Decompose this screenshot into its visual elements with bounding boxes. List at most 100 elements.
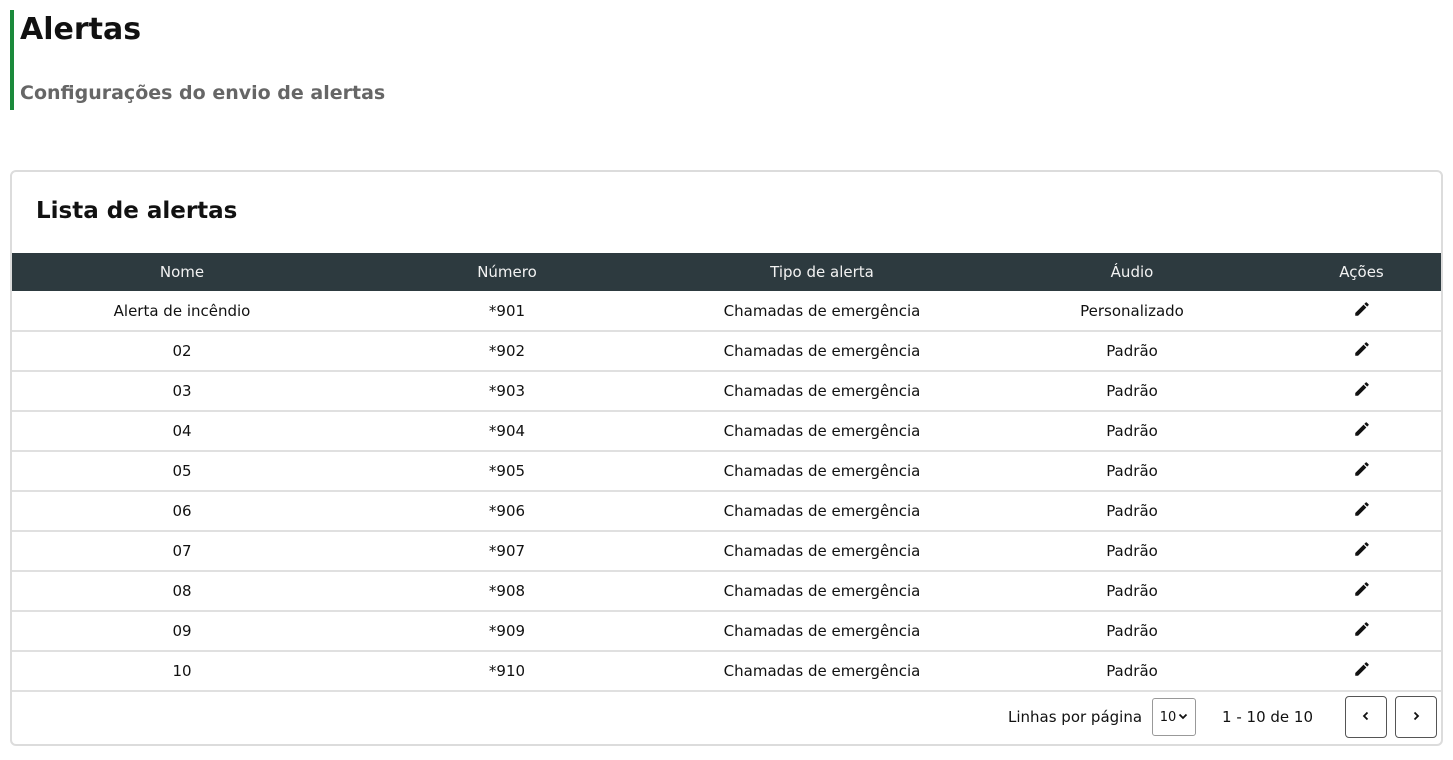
table-row: 04 *904 Chamadas de emergência Padrão <box>12 411 1441 451</box>
cell-nome: 05 <box>172 462 192 480</box>
table-row: 10 *910 Chamadas de emergência Padrão <box>12 651 1441 691</box>
pencil-icon <box>1353 420 1371 442</box>
alerts-table: Nome Número Tipo de alerta Áudio Ações A… <box>12 253 1441 692</box>
table-row: 08 *908 Chamadas de emergência Padrão <box>12 571 1441 611</box>
table-row: 02 *902 Chamadas de emergência Padrão <box>12 331 1441 371</box>
pencil-icon <box>1353 660 1371 682</box>
edit-button[interactable] <box>1351 540 1373 562</box>
table-header-row: Nome Número Tipo de alerta Áudio Ações <box>12 253 1441 291</box>
cell-nome: 04 <box>172 422 192 440</box>
page-header: Alertas Configurações do envio de alerta… <box>10 10 610 110</box>
page-title: Alertas <box>20 12 142 47</box>
cell-nome: 08 <box>172 582 192 600</box>
cell-numero: *903 <box>488 382 526 400</box>
cell-acoes <box>1282 531 1441 571</box>
cell-nome: 07 <box>172 542 192 560</box>
cell-audio: Padrão <box>1106 622 1158 640</box>
cell-acoes <box>1282 331 1441 371</box>
cell-acoes <box>1282 571 1441 611</box>
pencil-icon <box>1353 300 1371 322</box>
rows-per-page-select[interactable]: 10 <box>1152 698 1197 736</box>
edit-button[interactable] <box>1351 500 1373 522</box>
cell-tipo: Chamadas de emergência <box>723 462 921 480</box>
table-row: Alerta de incêndio *901 Chamadas de emergê… <box>12 291 1441 331</box>
rows-per-page-label: Linhas por página <box>1007 708 1143 726</box>
rows-per-page-value: 10 <box>1159 709 1177 725</box>
pencil-icon <box>1353 340 1371 362</box>
cell-audio: Padrão <box>1106 662 1158 680</box>
pencil-icon <box>1353 620 1371 642</box>
cell-audio: Padrão <box>1106 462 1158 480</box>
pencil-icon <box>1353 380 1371 402</box>
cell-nome: 10 <box>172 662 192 680</box>
column-header-nome: Nome <box>159 263 205 281</box>
cell-tipo: Chamadas de emergência <box>723 382 921 400</box>
cell-nome: 02 <box>172 342 192 360</box>
cell-acoes <box>1282 291 1441 331</box>
column-header-acoes: Ações <box>1339 263 1384 281</box>
table-row: 03 *903 Chamadas de emergência Padrão <box>12 371 1441 411</box>
previous-page-button[interactable] <box>1345 696 1387 738</box>
cell-acoes <box>1282 451 1441 491</box>
cell-acoes <box>1282 491 1441 531</box>
pencil-icon <box>1353 540 1371 562</box>
column-header-numero: Número <box>477 263 537 281</box>
pagination-range: 1 - 10 de 10 <box>1222 708 1313 726</box>
cell-numero: *909 <box>488 622 526 640</box>
cell-nome: Alerta de incêndio <box>113 301 251 320</box>
cell-tipo: Chamadas de emergência <box>723 502 921 520</box>
pagination-bar: Linhas por página 10 1 - 10 de 10 <box>1008 696 1437 738</box>
cell-tipo: Chamadas de emergência <box>723 422 921 440</box>
cell-numero: *901 <box>488 301 526 320</box>
cell-tipo: Chamadas de emergência <box>723 342 921 360</box>
chevron-left-icon <box>1360 708 1372 726</box>
table-row: 06 *906 Chamadas de emergência Padrão <box>12 491 1441 531</box>
cell-nome: 09 <box>172 622 192 640</box>
cell-tipo: Chamadas de emergência <box>723 301 921 320</box>
page-subtitle: Configurações do envio de alertas <box>20 82 386 104</box>
cell-numero: *905 <box>488 462 526 480</box>
cell-acoes <box>1282 411 1441 451</box>
cell-audio: Padrão <box>1106 342 1158 360</box>
alerts-table-wrapper: Nome Número Tipo de alerta Áudio Ações A… <box>12 253 1441 692</box>
cell-tipo: Chamadas de emergência <box>723 622 921 640</box>
edit-button[interactable] <box>1351 380 1373 402</box>
cell-nome: 03 <box>172 382 192 400</box>
table-body: Alerta de incêndio *901 Chamadas de emergê… <box>12 291 1441 691</box>
cell-acoes <box>1282 371 1441 411</box>
chevron-down-icon <box>1178 710 1188 725</box>
card-title: Lista de alertas <box>36 198 238 224</box>
cell-tipo: Chamadas de emergência <box>723 582 921 600</box>
cell-numero: *908 <box>488 582 526 600</box>
edit-button[interactable] <box>1351 660 1373 682</box>
table-row: 07 *907 Chamadas de emergência Padrão <box>12 531 1441 571</box>
edit-button[interactable] <box>1351 340 1373 362</box>
table-header: Nome Número Tipo de alerta Áudio Ações <box>12 253 1441 291</box>
cell-audio: Personalizado <box>1080 301 1184 320</box>
column-header-audio: Áudio <box>1110 263 1154 281</box>
cell-numero: *910 <box>488 662 526 680</box>
cell-numero: *907 <box>488 542 526 560</box>
edit-button[interactable] <box>1351 300 1373 322</box>
cell-audio: Padrão <box>1106 542 1158 560</box>
next-page-button[interactable] <box>1395 696 1437 738</box>
edit-button[interactable] <box>1351 420 1373 442</box>
pencil-icon <box>1353 460 1371 482</box>
table-row: 05 *905 Chamadas de emergência Padrão <box>12 451 1441 491</box>
alerts-card: Lista de alertas Nome Número Tipo de ale… <box>10 170 1443 746</box>
table-row: 09 *909 Chamadas de emergência Padrão <box>12 611 1441 651</box>
pencil-icon <box>1353 500 1371 522</box>
cell-audio: Padrão <box>1106 582 1158 600</box>
chevron-right-icon <box>1410 708 1422 726</box>
cell-audio: Padrão <box>1106 502 1158 520</box>
cell-tipo: Chamadas de emergência <box>723 542 921 560</box>
cell-audio: Padrão <box>1106 382 1158 400</box>
edit-button[interactable] <box>1351 620 1373 642</box>
column-header-tipo: Tipo de alerta <box>770 263 874 281</box>
cell-nome: 06 <box>172 502 192 520</box>
edit-button[interactable] <box>1351 580 1373 602</box>
cell-acoes <box>1282 611 1441 651</box>
cell-numero: *902 <box>488 342 526 360</box>
edit-button[interactable] <box>1351 460 1373 482</box>
cell-numero: *904 <box>488 422 526 440</box>
